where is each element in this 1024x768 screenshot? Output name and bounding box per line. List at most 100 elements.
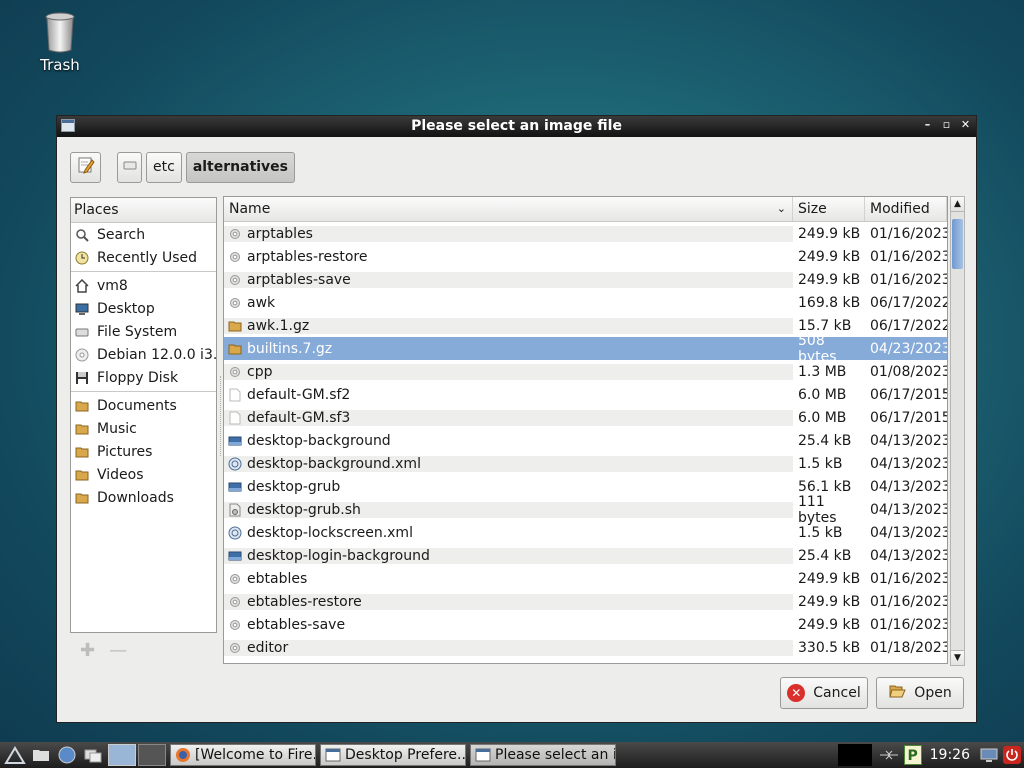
file-name: default-GM.sf3 bbox=[247, 409, 351, 426]
path-crumb-etc[interactable]: etc bbox=[146, 151, 182, 183]
window-switcher-icon[interactable] bbox=[82, 744, 104, 766]
clock-icon bbox=[75, 251, 89, 265]
gear-icon bbox=[228, 273, 242, 287]
cancel-icon: ✕ bbox=[787, 684, 806, 702]
path-bar: etc alternatives bbox=[70, 151, 296, 183]
scroll-thumb[interactable] bbox=[952, 219, 963, 269]
scroll-up-arrow[interactable]: ▲ bbox=[951, 197, 964, 212]
tray-blank-area bbox=[837, 744, 872, 766]
places-item-recently-used[interactable]: Recently Used bbox=[71, 246, 216, 269]
open-button[interactable]: Open bbox=[876, 677, 964, 709]
network-icon[interactable] bbox=[876, 747, 902, 763]
file-row[interactable]: desktop-login-background 25.4 kB 04/13/202… bbox=[224, 544, 947, 567]
file-row[interactable]: default-GM.sf2 6.0 MB 06/17/2015 bbox=[224, 383, 947, 406]
parking-icon[interactable]: P bbox=[903, 745, 922, 765]
path-crumb-alternatives[interactable]: alternatives bbox=[185, 151, 296, 183]
trash-label: Trash bbox=[40, 56, 80, 74]
places-item-videos[interactable]: Videos bbox=[71, 463, 216, 486]
task-firefox[interactable]: [Welcome to Fire... bbox=[170, 744, 316, 766]
task-file-chooser[interactable]: Please select an i... bbox=[470, 744, 616, 766]
chevron-down-icon: ⌄ bbox=[776, 202, 786, 215]
places-header[interactable]: Places bbox=[71, 198, 216, 223]
gear-icon bbox=[228, 572, 242, 586]
places-item-floppy[interactable]: Floppy Disk bbox=[71, 366, 216, 389]
disc-icon bbox=[75, 348, 89, 362]
add-bookmark-button[interactable]: ✚ bbox=[80, 640, 95, 661]
file-row[interactable]: awk 169.8 kB 06/17/2022 bbox=[224, 291, 947, 314]
start-menu-icon[interactable] bbox=[4, 744, 26, 766]
file-list-scrollbar[interactable]: ▲ ▼ bbox=[950, 196, 965, 666]
file-modified: 01/16/2023 bbox=[870, 271, 948, 288]
web-browser-icon[interactable] bbox=[56, 744, 78, 766]
places-item-downloads[interactable]: Downloads bbox=[71, 486, 216, 509]
places-item-desktop[interactable]: Desktop bbox=[71, 297, 216, 320]
file-row[interactable]: ebtables 249.9 kB 01/16/2023 bbox=[224, 567, 947, 590]
places-item-documents[interactable]: Documents bbox=[71, 394, 216, 417]
column-header-modified[interactable]: Modified bbox=[865, 197, 947, 221]
file-row[interactable]: desktop-background.xml 1.5 kB 04/13/2023 bbox=[224, 452, 947, 475]
places-item-debian-disc[interactable]: Debian 12.0.0 i3... bbox=[71, 343, 216, 366]
file-size: 1.3 MB bbox=[798, 363, 847, 380]
cancel-button[interactable]: ✕ Cancel bbox=[780, 677, 868, 709]
xml-icon bbox=[228, 526, 242, 540]
workspace-2[interactable] bbox=[138, 744, 166, 766]
type-location-button[interactable] bbox=[70, 151, 101, 183]
column-header-size[interactable]: Size bbox=[793, 197, 865, 221]
places-item-pictures[interactable]: Pictures bbox=[71, 440, 216, 463]
close-button[interactable]: ✕ bbox=[959, 118, 972, 131]
places-item-music[interactable]: Music bbox=[71, 417, 216, 440]
file-row[interactable]: builtins.7.gz 508 bytes 04/23/2023 bbox=[224, 333, 947, 365]
file-modified: 01/08/2023 bbox=[870, 363, 948, 380]
places-item-home[interactable]: vm8 bbox=[71, 274, 216, 297]
power-icon[interactable] bbox=[1000, 746, 1024, 764]
taskbar-clock[interactable]: 19:26 bbox=[930, 747, 970, 763]
file-row[interactable]: arptables 249.9 kB 01/16/2023 bbox=[224, 222, 947, 245]
file-name: ebtables-restore bbox=[247, 593, 362, 610]
file-icon bbox=[228, 411, 242, 425]
file-name: desktop-grub.sh bbox=[247, 501, 361, 518]
file-modified: 04/13/2023 bbox=[870, 432, 948, 449]
file-size: 249.9 kB bbox=[798, 225, 861, 242]
file-row[interactable]: default-GM.sf3 6.0 MB 06/17/2015 bbox=[224, 406, 947, 429]
edit-icon bbox=[77, 156, 95, 178]
path-root-button[interactable] bbox=[117, 151, 142, 183]
screen-lock-icon[interactable] bbox=[978, 747, 1000, 763]
maximize-button[interactable]: ▫ bbox=[940, 118, 953, 131]
file-modified: 06/17/2015 bbox=[870, 409, 948, 426]
file-manager-icon[interactable] bbox=[30, 744, 52, 766]
workspace-1[interactable] bbox=[108, 744, 136, 766]
file-modified: 01/16/2023 bbox=[870, 570, 948, 587]
folder-icon bbox=[75, 399, 89, 413]
file-row[interactable]: arptables-restore 249.9 kB 01/16/2023 bbox=[224, 245, 947, 268]
dialog-titlebar[interactable]: Please select an image file – ▫ ✕ bbox=[57, 116, 976, 137]
archive-icon bbox=[228, 342, 242, 356]
file-row[interactable]: desktop-background 25.4 kB 04/13/2023 bbox=[224, 429, 947, 452]
file-row[interactable]: ebtables-restore 249.9 kB 01/16/2023 bbox=[224, 590, 947, 613]
places-item-search[interactable]: Search bbox=[71, 223, 216, 246]
file-name: ebtables bbox=[247, 570, 308, 587]
minimize-button[interactable]: – bbox=[921, 118, 934, 131]
search-icon bbox=[75, 228, 89, 242]
gear-icon bbox=[228, 641, 242, 655]
file-row[interactable]: desktop-grub.sh 111 bytes 04/13/2023 bbox=[224, 494, 947, 526]
places-item-file-system[interactable]: File System bbox=[71, 320, 216, 343]
file-size: 25.4 kB bbox=[798, 432, 852, 449]
file-row[interactable]: ebtables-save 249.9 kB 01/16/2023 bbox=[224, 613, 947, 636]
file-row[interactable]: editor 330.5 kB 01/18/2023 bbox=[224, 636, 947, 659]
column-header-name[interactable]: Name ⌄ bbox=[224, 197, 793, 221]
gear-icon bbox=[228, 618, 242, 632]
file-row[interactable]: arptables-save 249.9 kB 01/16/2023 bbox=[224, 268, 947, 291]
file-name: awk.1.gz bbox=[247, 317, 310, 334]
gear-icon bbox=[228, 227, 242, 241]
scroll-down-arrow[interactable]: ▼ bbox=[951, 650, 964, 665]
file-size: 508 bytes bbox=[798, 332, 837, 365]
file-row[interactable]: cpp 1.3 MB 01/08/2023 bbox=[224, 360, 947, 383]
desktop-trash[interactable]: Trash bbox=[30, 12, 90, 74]
task-desktop-preferences[interactable]: Desktop Prefere... bbox=[320, 744, 466, 766]
remove-bookmark-button[interactable]: — bbox=[109, 640, 127, 661]
file-size: 1.5 kB bbox=[798, 524, 843, 541]
file-size: 6.0 MB bbox=[798, 386, 847, 403]
script-icon bbox=[228, 503, 242, 517]
file-size: 1.5 kB bbox=[798, 455, 843, 472]
file-row[interactable]: desktop-lockscreen.xml 1.5 kB 04/13/2023 bbox=[224, 521, 947, 544]
